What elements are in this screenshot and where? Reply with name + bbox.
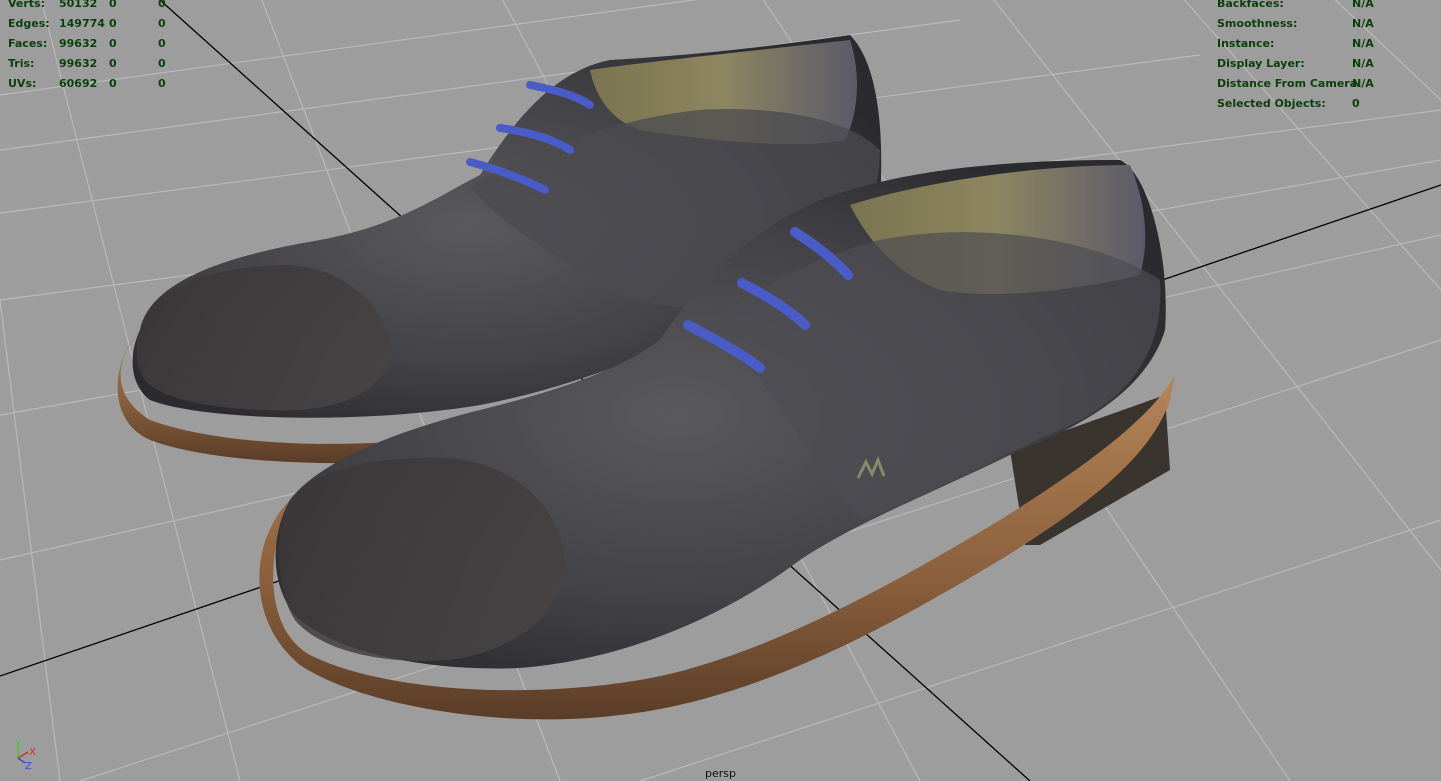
hud-row-smoothness: Smoothness: N/A xyxy=(1217,14,1437,34)
verts-label: Verts: xyxy=(8,0,46,10)
axis-y-letter: Y xyxy=(14,738,22,749)
faces-total: 99632 xyxy=(59,37,98,50)
tris-component: 0 xyxy=(158,57,166,70)
verts-component: 0 xyxy=(158,0,166,10)
hud-row-selected-objects: Selected Objects: 0 xyxy=(1217,94,1437,114)
faces-selected: 0 xyxy=(109,37,117,50)
uvs-component: 0 xyxy=(158,77,166,90)
tris-label: Tris: xyxy=(8,57,35,70)
uvs-selected: 0 xyxy=(109,77,117,90)
axis-x-letter: X xyxy=(29,747,36,758)
hud-row-instance: Instance: N/A xyxy=(1217,34,1437,54)
backfaces-value: N/A xyxy=(1352,0,1374,10)
uvs-total: 60692 xyxy=(59,77,98,90)
camera-name-label: persp xyxy=(705,767,736,780)
object-details-hud: Backfaces: N/A Smoothness: N/A Instance:… xyxy=(1217,0,1437,114)
hud-row-uvs: UVs: 60692 0 0 xyxy=(0,74,200,94)
hud-row-backfaces: Backfaces: N/A xyxy=(1217,0,1437,14)
hud-row-distance: Distance From Camera: N/A xyxy=(1217,74,1437,94)
scene-canvas[interactable] xyxy=(0,0,1441,781)
selected-objects-label: Selected Objects: xyxy=(1217,97,1326,110)
tris-selected: 0 xyxy=(109,57,117,70)
edges-selected: 0 xyxy=(109,17,117,30)
axis-gizmo-icon: Y X Z xyxy=(14,738,36,770)
uvs-label: UVs: xyxy=(8,77,37,90)
faces-component: 0 xyxy=(158,37,166,50)
display-layer-value: N/A xyxy=(1352,57,1374,70)
faces-label: Faces: xyxy=(8,37,48,50)
tris-total: 99632 xyxy=(59,57,98,70)
instance-value: N/A xyxy=(1352,37,1374,50)
shoe-right-toe xyxy=(279,457,565,661)
distance-label: Distance From Camera: xyxy=(1217,77,1362,90)
poly-count-hud: Verts: 50132 0 0 Edges: 149774 0 0 Faces… xyxy=(0,0,200,94)
hud-row-faces: Faces: 99632 0 0 xyxy=(0,34,200,54)
verts-total: 50132 xyxy=(59,0,98,10)
hud-row-display-layer: Display Layer: N/A xyxy=(1217,54,1437,74)
smoothness-value: N/A xyxy=(1352,17,1374,30)
distance-value: N/A xyxy=(1352,77,1374,90)
edges-label: Edges: xyxy=(8,17,50,30)
hud-row-tris: Tris: 99632 0 0 xyxy=(0,54,200,74)
selected-objects-value: 0 xyxy=(1352,97,1360,110)
instance-label: Instance: xyxy=(1217,37,1275,50)
display-layer-label: Display Layer: xyxy=(1217,57,1305,70)
hud-row-edges: Edges: 149774 0 0 xyxy=(0,14,200,34)
verts-selected: 0 xyxy=(109,0,117,10)
backfaces-label: Backfaces: xyxy=(1217,0,1284,10)
edges-component: 0 xyxy=(158,17,166,30)
smoothness-label: Smoothness: xyxy=(1217,17,1298,30)
perspective-viewport[interactable]: Verts: 50132 0 0 Edges: 149774 0 0 Faces… xyxy=(0,0,1441,781)
hud-row-verts: Verts: 50132 0 0 xyxy=(0,0,200,14)
edges-total: 149774 xyxy=(59,17,105,30)
